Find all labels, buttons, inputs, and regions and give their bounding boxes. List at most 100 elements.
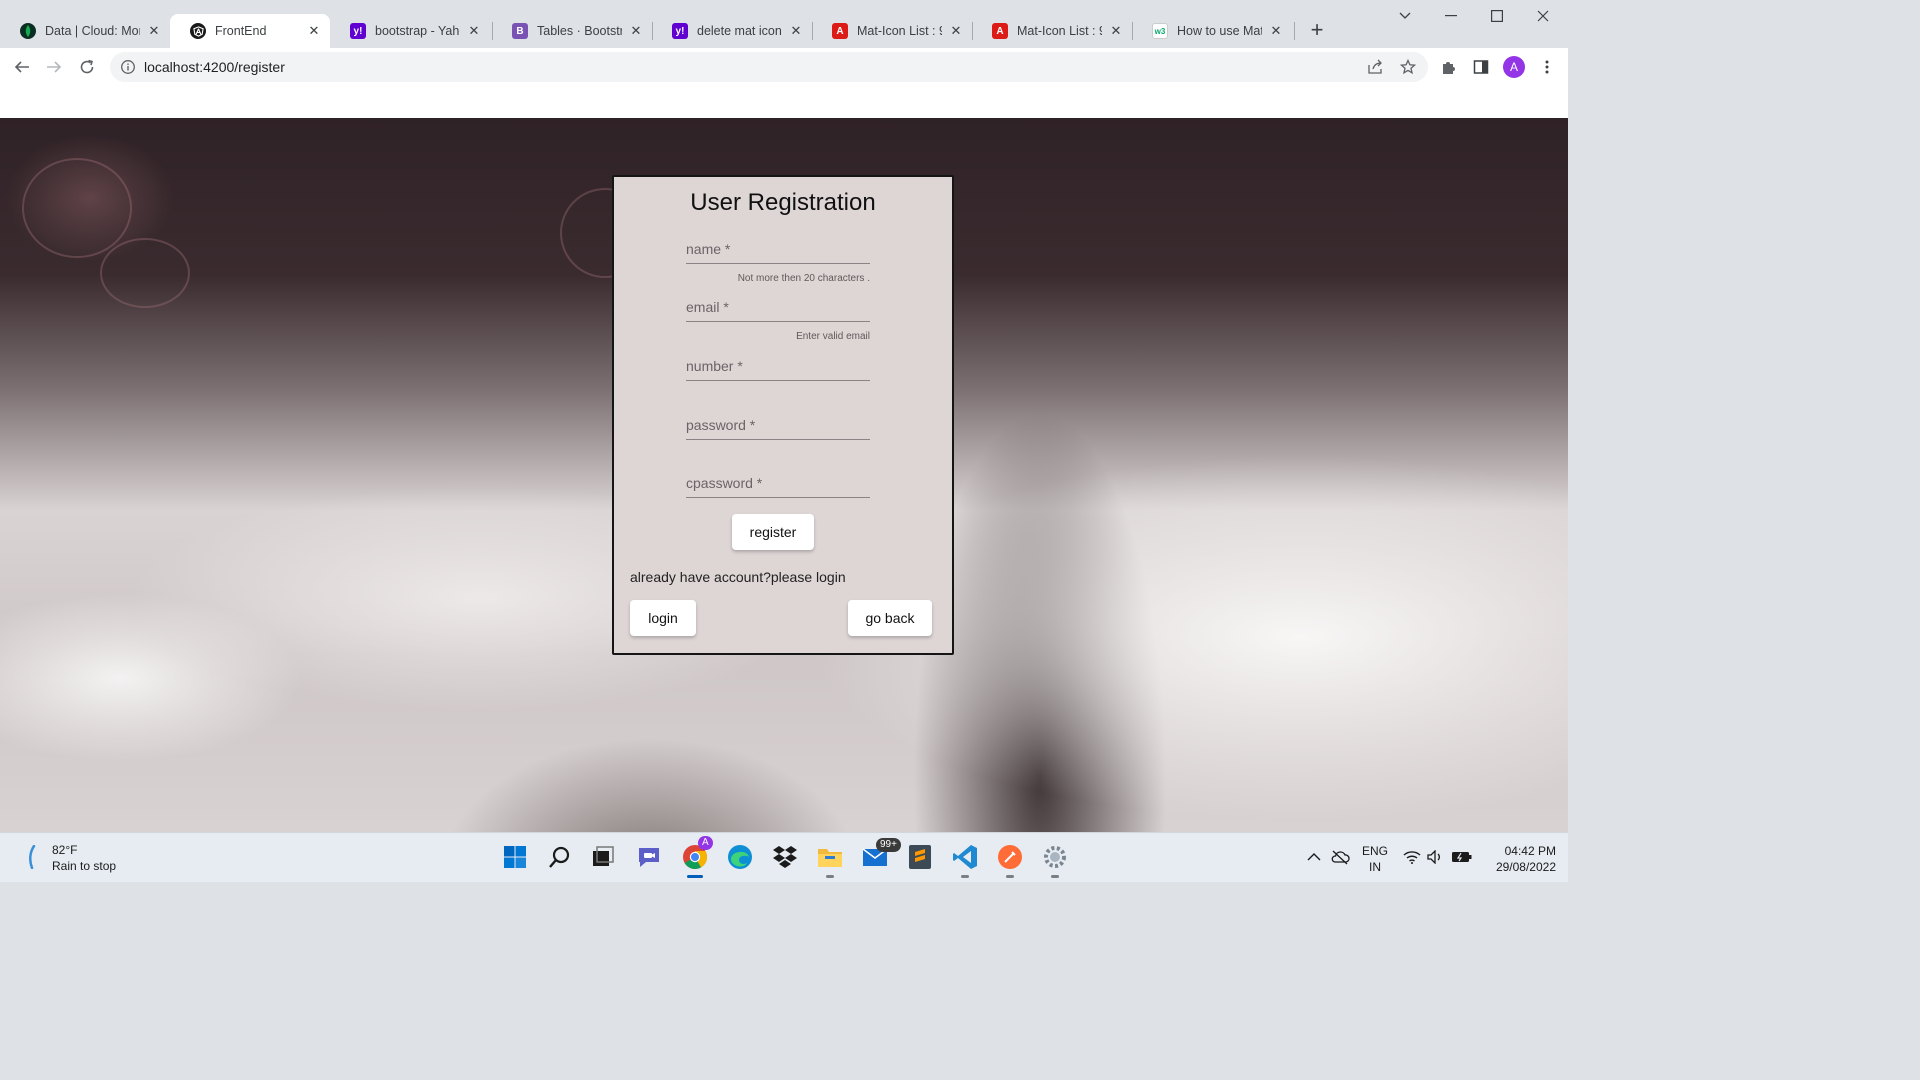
angular-icon — [190, 23, 206, 39]
side-panel-icon[interactable] — [1471, 57, 1491, 77]
tab-bootstrap-tables[interactable]: B Tables · Bootstrap ✕ — [492, 14, 652, 48]
volume-icon[interactable] — [1427, 849, 1443, 867]
email-input[interactable] — [686, 295, 870, 319]
active-app-indicator — [687, 875, 703, 878]
tab-title: Tables · Bootstrap — [537, 24, 622, 38]
go-back-button[interactable]: go back — [848, 600, 932, 636]
angular-red-icon: A — [832, 23, 848, 39]
edge-icon[interactable] — [725, 842, 755, 872]
field-underline — [686, 263, 870, 264]
share-icon[interactable] — [1367, 59, 1383, 75]
tab-title: delete mat icon - Yahoo — [697, 24, 782, 38]
profile-avatar[interactable]: A — [1503, 56, 1525, 78]
more-menu-icon[interactable] — [1537, 57, 1557, 77]
w3schools-icon: w3 — [1152, 23, 1168, 39]
browser-toolbar: localhost:4200/register A — [0, 48, 1568, 86]
close-icon[interactable]: ✕ — [466, 23, 482, 39]
battery-charging-icon[interactable] — [1451, 851, 1473, 866]
tab-mongodb[interactable]: Data | Cloud: MongoDB Cloud ✕ — [0, 14, 170, 48]
number-input[interactable] — [686, 354, 870, 378]
search-icon[interactable] — [545, 842, 575, 872]
tab-w3schools[interactable]: w3 How to use Material ✕ — [1132, 14, 1292, 48]
bootstrap-icon: B — [512, 23, 528, 39]
open-app-indicator — [961, 875, 969, 878]
forward-button[interactable] — [40, 53, 68, 81]
bokeh-light — [22, 158, 132, 258]
browser-tab-strip: Data | Cloud: MongoDB Cloud ✕ FrontEnd ✕… — [0, 0, 1568, 48]
weather-description[interactable]: Rain to stop — [52, 859, 116, 873]
bookmark-star-icon[interactable] — [1399, 58, 1417, 75]
close-icon[interactable]: ✕ — [788, 23, 804, 39]
tab-mat-icon-list-1[interactable]: A Mat-Icon List : 900+ ✕ — [812, 14, 972, 48]
settings-gear-icon[interactable] — [1040, 842, 1070, 878]
tab-title: bootstrap - Yahoo Search — [375, 24, 460, 38]
chrome-icon[interactable]: A — [680, 836, 713, 878]
sublime-text-icon[interactable] — [905, 842, 935, 872]
password-input[interactable] — [686, 413, 870, 437]
close-icon[interactable]: ✕ — [146, 23, 162, 39]
weather-temperature[interactable]: 82°F — [52, 843, 77, 857]
rain-weather-icon[interactable] — [25, 844, 39, 870]
close-icon[interactable]: ✕ — [1268, 23, 1284, 39]
wifi-icon[interactable] — [1403, 850, 1421, 867]
maximize-button[interactable] — [1474, 4, 1520, 28]
close-window-button[interactable] — [1520, 4, 1566, 28]
language-region: IN — [1369, 860, 1381, 874]
tab-title: FrontEnd — [215, 24, 267, 38]
close-icon[interactable]: ✕ — [306, 23, 322, 39]
login-button[interactable]: login — [630, 600, 696, 636]
open-app-indicator — [826, 875, 834, 878]
clock-date: 29/08/2022 — [1495, 860, 1556, 874]
reload-button[interactable] — [73, 53, 101, 81]
name-input[interactable] — [686, 237, 870, 261]
close-icon[interactable]: ✕ — [1108, 23, 1124, 39]
new-tab-button[interactable]: + — [1305, 18, 1329, 42]
chevron-up-icon[interactable] — [1307, 851, 1321, 865]
chrome-profile-badge: A — [698, 836, 713, 850]
login-prompt-text: already have account?please login — [630, 569, 846, 585]
close-icon[interactable]: ✕ — [948, 23, 964, 39]
field-underline — [686, 380, 870, 381]
vscode-icon[interactable] — [950, 842, 980, 878]
confirm-password-input[interactable] — [686, 471, 870, 495]
name-hint: Not more then 20 characters . — [737, 273, 870, 284]
postman-icon[interactable] — [995, 842, 1025, 878]
url-text[interactable]: localhost:4200/register — [144, 59, 285, 75]
file-explorer-icon[interactable] — [815, 842, 845, 878]
clock-time: 04:42 PM — [1504, 844, 1556, 858]
register-button[interactable]: register — [732, 514, 814, 550]
language-indicator[interactable]: ENG IN — [1362, 843, 1388, 875]
close-icon[interactable]: ✕ — [628, 23, 644, 39]
address-bar[interactable]: localhost:4200/register — [110, 52, 1428, 82]
field-underline — [686, 439, 870, 440]
email-hint: Enter valid email — [796, 331, 870, 342]
tab-search-chevron-down-icon[interactable] — [1382, 4, 1428, 28]
back-button[interactable] — [8, 53, 36, 81]
registration-card: User Registration name * Not more then 2… — [612, 175, 954, 655]
tab-frontend[interactable]: FrontEnd ✕ — [170, 14, 330, 48]
field-underline — [686, 497, 870, 498]
tab-mat-icon-list-2[interactable]: A Mat-Icon List : 900+ ✕ — [972, 14, 1132, 48]
open-app-indicator — [1051, 875, 1059, 878]
clock[interactable]: 04:42 PM 29/08/2022 — [1476, 843, 1556, 875]
info-icon[interactable] — [120, 59, 136, 75]
tab-title: How to use Material — [1177, 24, 1262, 38]
yahoo-icon: y! — [350, 23, 366, 39]
tab-yahoo-bootstrap[interactable]: y! bootstrap - Yahoo Search ✕ — [330, 14, 490, 48]
tab-title: Data | Cloud: MongoDB Cloud — [45, 24, 140, 38]
angular-red-icon: A — [992, 23, 1008, 39]
tab-title: Mat-Icon List : 900+ — [857, 24, 942, 38]
tab-yahoo-mat-icon[interactable]: y! delete mat icon - Yahoo ✕ — [652, 14, 812, 48]
page-title: User Registration — [690, 189, 876, 216]
dropbox-icon[interactable] — [770, 842, 800, 872]
windows-start-icon[interactable] — [500, 842, 530, 872]
mail-icon[interactable]: 99+ — [860, 838, 901, 872]
page-header-strip — [0, 86, 1568, 118]
minimize-button[interactable] — [1428, 4, 1474, 28]
field-underline — [686, 321, 870, 322]
teams-chat-icon[interactable] — [634, 842, 664, 872]
task-view-icon[interactable] — [588, 842, 618, 872]
language-code: ENG — [1362, 844, 1389, 858]
extensions-puzzle-icon[interactable] — [1439, 57, 1459, 77]
onedrive-offline-icon[interactable] — [1330, 849, 1350, 868]
